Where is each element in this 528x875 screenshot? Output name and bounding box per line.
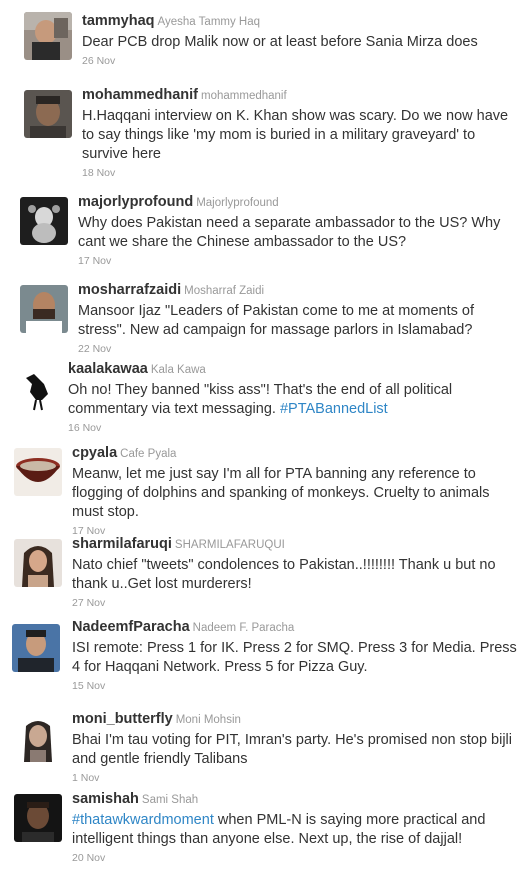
tweet-display-name: Mosharraf Zaidi <box>184 285 265 297</box>
tweet-date[interactable]: 27 Nov <box>72 597 518 610</box>
avatar[interactable] <box>20 197 68 245</box>
tweet-text: Nato chief "tweets" condolences to Pakis… <box>72 557 496 592</box>
avatar[interactable] <box>14 366 62 414</box>
woman-portrait-icon <box>14 539 62 587</box>
tweet-text: Mansoor Ijaz "Leaders of Pakistan come t… <box>78 303 475 338</box>
avatar[interactable] <box>14 714 62 762</box>
avatar[interactable] <box>20 285 68 333</box>
tweet-date[interactable]: 22 Nov <box>78 343 518 356</box>
tweet-text: Oh no! They banned "kiss ass"! That's th… <box>68 381 518 419</box>
man-portrait-icon <box>24 90 72 138</box>
tweet-handle[interactable]: mosharrafzaidi <box>78 282 181 298</box>
tweet-handle[interactable]: majorlyprofound <box>78 194 193 210</box>
tweet-handle[interactable]: NadeemfParacha <box>72 619 190 635</box>
tweet-text: Dear PCB drop Malik now or at least befo… <box>82 34 478 50</box>
hashtag-link[interactable]: #PTABannedList <box>280 401 388 417</box>
hashtag-link[interactable]: #thatawkwardmoment <box>72 812 214 828</box>
tweet-date[interactable]: 15 Nov <box>72 680 518 693</box>
tweet-handle[interactable]: sharmilafaruqi <box>72 536 172 552</box>
tweet-date[interactable]: 26 Nov <box>82 55 518 68</box>
avatar[interactable] <box>14 448 62 496</box>
man-portrait-icon <box>12 624 60 672</box>
tweet-text: #thatawkwardmoment when PML-N is saying … <box>72 811 518 849</box>
tweet-date[interactable]: 16 Nov <box>68 422 518 435</box>
toddler-photo-icon <box>24 12 72 60</box>
avatar[interactable] <box>24 12 72 60</box>
tweet-display-name: mohammedhanif <box>201 90 287 102</box>
tweet-display-name: SHARMILAFARUQUI <box>174 539 285 551</box>
avatar[interactable] <box>14 794 62 842</box>
tweet-display-name: Kala Kawa <box>150 364 206 376</box>
tweet-handle[interactable]: kaalakawaa <box>68 361 148 377</box>
tweet-display-name: Sami Shah <box>141 794 199 806</box>
tweet-date[interactable]: 1 Nov <box>72 772 518 785</box>
tweet-date[interactable]: 17 Nov <box>78 255 518 268</box>
tweet-display-name: Nadeem F. Paracha <box>192 622 295 634</box>
tweet-handle[interactable]: cpyala <box>72 445 117 461</box>
man-portrait-icon <box>20 285 68 333</box>
tweet-handle[interactable]: moni_butterfly <box>72 711 173 727</box>
bowl-photo-icon <box>14 448 62 496</box>
woman-portrait-icon <box>14 714 62 762</box>
tweet-handle[interactable]: tammyhaq <box>82 13 155 29</box>
tweet-date[interactable]: 18 Nov <box>82 167 518 180</box>
tweet-text-content: Oh no! They banned "kiss ass"! That's th… <box>68 382 453 417</box>
avatar[interactable] <box>14 539 62 587</box>
tweet-text: H.Haqqani interview on K. Khan show was … <box>82 108 509 162</box>
tweet-handle[interactable]: samishah <box>72 791 139 807</box>
tweet-date[interactable]: 20 Nov <box>72 852 518 865</box>
tweet-display-name: Majorlyprofound <box>196 197 279 209</box>
tweet-display-name: Cafe Pyala <box>120 448 177 460</box>
tweet-text: ISI remote: Press 1 for IK. Press 2 for … <box>72 640 517 675</box>
tweet-text: Bhai I'm tau voting for PIT, Imran's par… <box>72 732 512 767</box>
tweet-display-name: Moni Mohsin <box>175 714 241 726</box>
avatar[interactable] <box>24 90 72 138</box>
crow-silhouette-icon <box>14 366 62 414</box>
tweet-handle[interactable]: mohammedhanif <box>82 87 198 103</box>
figurine-photo-icon <box>20 197 68 245</box>
tweet-text: Meanw, let me just say I'm all for PTA b… <box>72 466 490 520</box>
avatar[interactable] <box>12 624 60 672</box>
tweet-display-name: Ayesha Tammy Haq <box>157 16 261 28</box>
man-portrait-dark-icon <box>14 794 62 842</box>
tweet-text: Why does Pakistan need a separate ambass… <box>78 215 501 250</box>
